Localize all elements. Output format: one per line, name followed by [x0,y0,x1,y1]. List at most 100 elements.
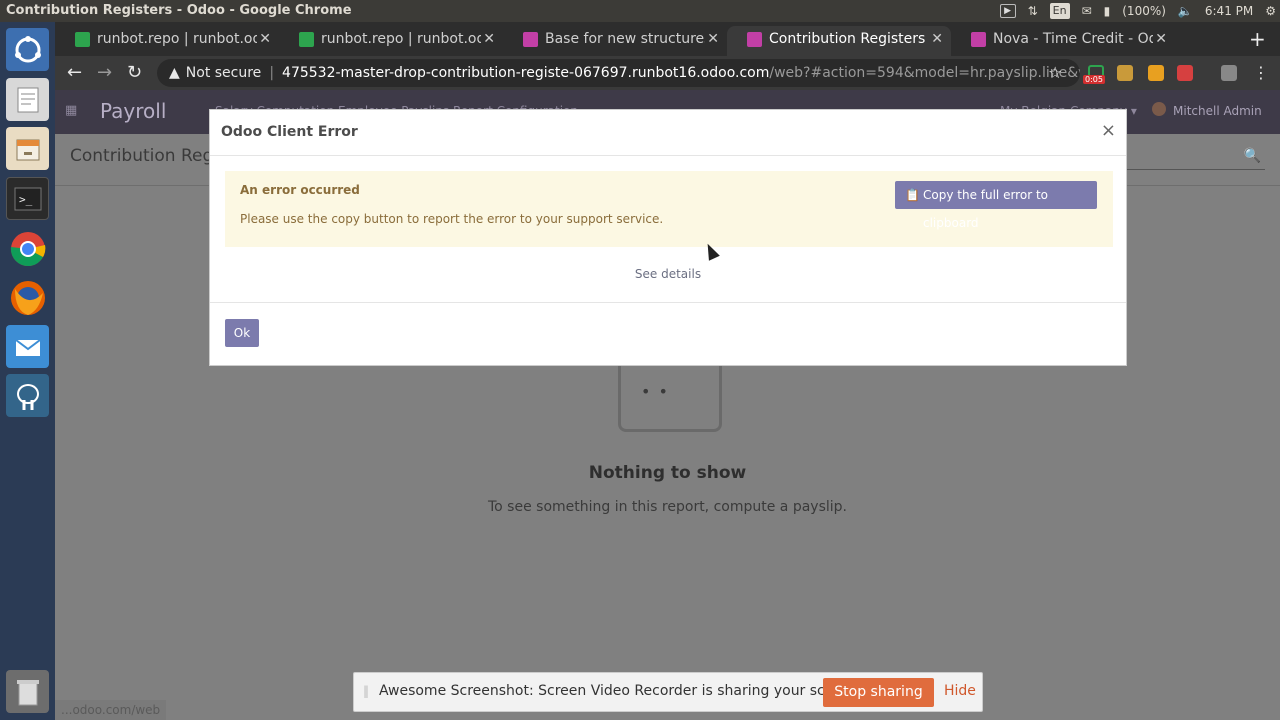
app-title[interactable]: Payroll [100,90,166,132]
dialog-footer: Ok [210,302,1126,366]
tab-close-icon[interactable]: ✕ [707,26,719,52]
url-path: /web?#action=594&model=hr.payslip.line&v… [769,65,1080,81]
forward-arrow-icon[interactable]: → [97,60,112,86]
tab-title: Nova - Time Credit - Odoo [993,31,1153,47]
url-host: 475532-master-drop-contribution-registe-… [282,65,770,81]
empty-face-icon: •• [641,382,676,401]
share-message: Awesome Screenshot: Screen Video Recorde… [379,683,861,699]
ubuntu-circle-icon [14,35,41,62]
reload-icon[interactable]: ↻ [127,60,142,86]
chrome-icon[interactable] [6,227,49,270]
search-input[interactable]: 🔍 [1125,144,1265,170]
file-cabinet-icon[interactable] [6,127,49,170]
close-icon[interactable]: × [1101,120,1116,141]
system-indicators: ▶ ⇅ En ✉ ▮ (100%) 🔈 6:41 PM ⚙ [999,0,1276,22]
tab-favicon-icon [523,32,538,47]
battery-icon[interactable]: ▮ [1104,0,1111,22]
dialog-title: Odoo Client Error [221,124,358,140]
battery-percent: (100%) [1122,4,1166,18]
warning-triangle-icon[interactable]: ▲ [169,65,180,81]
text-editor-icon[interactable] [6,78,49,121]
alert-message: Please use the copy button to report the… [240,212,664,226]
address-bar[interactable]: ▲ Not secure | 475532-master-drop-contribut… [157,59,1080,87]
drawer-icon [16,139,39,160]
apps-grid-icon[interactable]: ▦ [65,103,77,118]
camera-indicator-icon[interactable]: ▶ [999,4,1016,18]
terminal-icon[interactable]: >_ [6,177,49,220]
postgres-elephant-icon[interactable] [6,374,49,417]
empty-state-title: Nothing to show [588,463,747,483]
copy-button-label: Copy the full error to clipboard [923,188,1048,230]
user-menu[interactable]: Mitchell Admin [1173,90,1262,132]
tab-close-icon[interactable]: ✕ [483,26,495,52]
clock[interactable]: 6:41 PM [1205,0,1253,22]
ok-button[interactable]: Ok [225,319,259,347]
tab-close-icon[interactable]: ✕ [931,26,943,52]
chrome-menu-icon[interactable]: ⋮ [1253,60,1269,86]
trash-bin-icon [16,679,39,705]
extension-glasses-icon[interactable] [1221,65,1237,81]
network-arrows-icon[interactable]: ⇅ [1028,0,1038,22]
tab-title: runbot.repo | runbot.odo [321,31,481,47]
stop-sharing-button[interactable]: Stop sharing [823,678,934,707]
extension-arrow-icon[interactable] [1177,65,1193,81]
thunderbird-icon[interactable] [6,325,49,368]
elephant-icon [16,383,39,410]
tab-favicon-icon [747,32,762,47]
screen-share-bar: ‖ Awesome Screenshot: Screen Video Recor… [353,672,983,712]
clipboard-icon: 📋 [905,188,920,202]
browser-tab[interactable]: runbot.repo | runbot.odo ✕ [55,26,279,56]
recording-timer-badge: 0:05 [1083,75,1105,84]
avatar[interactable] [1152,102,1166,116]
unity-launcher: >_ [0,22,55,720]
ubuntu-logo-icon[interactable] [6,28,49,71]
back-arrow-icon[interactable]: ← [67,60,82,86]
dialog-header: Odoo Client Error × [210,110,1126,156]
tab-close-icon[interactable]: ✕ [1155,26,1167,52]
tab-title: runbot.repo | runbot.odo [97,31,257,47]
tab-title: Contribution Registers - C [769,31,929,47]
terminal-prompt-icon: >_ [14,187,41,210]
tab-title: Base for new structures - [545,31,705,47]
trash-icon[interactable] [6,670,49,713]
svg-text:>_: >_ [19,193,33,206]
mail-envelope-icon [14,338,41,356]
extension-shield-icon[interactable] [1148,65,1164,81]
bookmark-star-icon[interactable]: ☆ [1048,60,1062,86]
browser-tab-strip: runbot.repo | runbot.odo ✕ runbot.repo |… [55,22,1280,56]
see-details-link[interactable]: See details [210,267,1126,281]
system-top-bar: Contribution Registers - Odoo - Google C… [0,0,1280,22]
browser-tab[interactable]: runbot.repo | runbot.odo ✕ [279,26,503,56]
drag-handle-icon[interactable]: ‖ [363,684,369,698]
window-title: Contribution Registers - Odoo - Google C… [6,3,352,18]
error-alert: An error occurred Please use the copy bu… [225,171,1113,247]
breadcrumb: Contribution Regis [70,146,227,166]
mail-icon[interactable]: ✉ [1082,0,1092,22]
firefox-icon[interactable] [6,276,49,319]
keyboard-language-indicator[interactable]: En [1049,3,1070,19]
new-tab-plus-icon[interactable]: + [1249,26,1266,52]
extension-face-icon[interactable] [1117,65,1133,81]
security-label[interactable]: Not secure [186,65,262,81]
alert-heading: An error occurred [240,183,360,197]
settings-gear-icon[interactable]: ⚙ [1265,0,1276,22]
client-error-dialog: Odoo Client Error × An error occurred Pl… [209,109,1127,366]
search-icon[interactable]: 🔍 [1244,148,1261,164]
copy-error-button[interactable]: 📋 Copy the full error to clipboard [895,181,1097,230]
browser-tab[interactable]: Nova - Time Credit - Odoo ✕ [951,26,1175,56]
volume-muted-icon[interactable]: 🔈 [1178,0,1193,22]
firefox-logo-icon [10,280,45,315]
hide-button[interactable]: Hide [944,683,976,699]
tab-favicon-icon [971,32,986,47]
tab-close-icon[interactable]: ✕ [259,26,271,52]
browser-tab[interactable]: Base for new structures - ✕ [503,26,727,56]
address-separator: | [269,65,275,81]
tab-favicon-icon [75,32,90,47]
empty-state-text: To see something in this report, compute… [487,499,847,515]
document-pencil-icon [17,87,38,112]
browser-toolbar: ← → ↻ ▲ Not secure | 475532-master-drop-con… [55,56,1280,90]
status-bar-url: ...odoo.com/web [55,700,167,720]
chrome-logo-icon [10,231,45,266]
browser-tab-active[interactable]: Contribution Registers - C ✕ [727,26,951,56]
tab-favicon-icon [299,32,314,47]
